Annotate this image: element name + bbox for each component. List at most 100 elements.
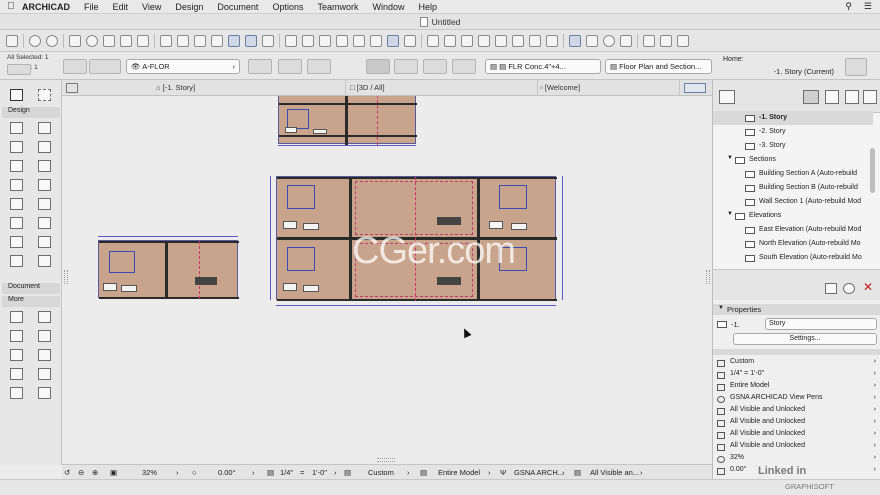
publish-icon[interactable] xyxy=(620,34,632,47)
keyboard-icon[interactable] xyxy=(660,34,672,47)
mesh-tool-icon[interactable] xyxy=(10,255,23,267)
curtain-wall-tool-icon[interactable] xyxy=(10,217,23,229)
layer-dropdown[interactable]: 👁 A-FLOR › xyxy=(126,59,240,74)
model-view[interactable]: Entire Model xyxy=(438,468,480,477)
slab-icon[interactable] xyxy=(319,34,331,47)
chevron-right-icon[interactable]: › xyxy=(252,468,255,477)
rotate-icon[interactable] xyxy=(461,34,473,47)
geometry-method-3-icon[interactable] xyxy=(307,59,331,74)
undo-zoom-icon[interactable]: ↺ xyxy=(64,468,70,477)
disclosure-triangle-icon[interactable]: ▼ xyxy=(727,155,733,161)
mirror-icon[interactable] xyxy=(177,34,189,47)
disclosure-triangle-icon[interactable]: ▼ xyxy=(727,211,733,217)
reference-line-icon[interactable] xyxy=(366,59,390,74)
morph-tool-icon[interactable] xyxy=(38,217,51,229)
pan-hand-icon[interactable] xyxy=(6,34,18,47)
zoom-in-icon[interactable]: ⊕ xyxy=(92,468,98,477)
roof-icon[interactable] xyxy=(336,34,348,47)
section-more[interactable]: More xyxy=(2,296,60,307)
find-select-icon[interactable] xyxy=(69,34,81,47)
prop-row-visibility[interactable]: All Visible and Unlocked › xyxy=(713,442,880,454)
chevron-right-icon[interactable]: › xyxy=(334,468,337,477)
chevron-right-icon[interactable]: › xyxy=(562,468,565,477)
nav-building-section-b[interactable]: Building Section B (Auto-rebuild xyxy=(713,181,873,195)
floor-plan-drawing-left[interactable] xyxy=(98,240,239,299)
suspend-groups-icon[interactable] xyxy=(387,34,399,47)
arrow-tool-icon[interactable] xyxy=(10,89,23,101)
grid-snap-icon[interactable] xyxy=(285,34,297,47)
slab-tool-icon[interactable] xyxy=(38,255,51,267)
menu-list-icon[interactable]: ☰ xyxy=(864,1,872,12)
properties-header[interactable]: Properties xyxy=(713,304,880,315)
geometry-method-2-icon[interactable] xyxy=(278,59,302,74)
prop-row-scale[interactable]: 1/4" = 1'-0" › xyxy=(713,370,880,382)
prop-row-model[interactable]: Entire Model › xyxy=(713,382,880,394)
zone-tool-icon[interactable] xyxy=(38,236,51,248)
menu-help[interactable]: Help xyxy=(419,2,438,12)
adjust-icon[interactable] xyxy=(512,34,524,47)
menu-window[interactable]: Window xyxy=(372,2,404,12)
chevron-right-icon[interactable]: › xyxy=(176,468,179,477)
nav-building-section-a[interactable]: Building Section A (Auto-rebuild xyxy=(713,167,873,181)
disclosure-triangle-icon[interactable]: ▼ xyxy=(718,305,724,311)
sun-tool-icon[interactable] xyxy=(38,368,51,380)
radial-dimension-tool-icon[interactable] xyxy=(38,349,51,361)
zoom-icon[interactable] xyxy=(86,34,98,47)
angle-value[interactable]: 0.00° xyxy=(218,468,236,477)
scissors-icon[interactable] xyxy=(427,34,439,47)
change-tool-icon[interactable] xyxy=(38,387,51,399)
structure-display[interactable]: Custom xyxy=(368,468,394,477)
chevron-right-icon[interactable]: › xyxy=(640,468,643,477)
nav-east-elevation[interactable]: East Elevation (Auto-rebuild Mod xyxy=(713,223,873,237)
drag-icon[interactable] xyxy=(444,34,456,47)
story-id[interactable]: -1. xyxy=(731,320,740,329)
layers-icon[interactable] xyxy=(194,34,206,47)
prop-row-visibility[interactable]: All Visible and Unlocked › xyxy=(713,418,880,430)
beam-tool-icon[interactable] xyxy=(10,141,23,153)
menu-edit[interactable]: Edit xyxy=(113,2,129,12)
close-icon[interactable]: ✕ xyxy=(863,280,873,294)
teamwork-icon[interactable] xyxy=(603,34,615,47)
syringe-icon[interactable] xyxy=(137,34,149,47)
window-layout-icon[interactable] xyxy=(546,34,558,47)
offset-icon[interactable] xyxy=(478,34,490,47)
bottom-collapse-handle[interactable] xyxy=(377,458,395,462)
floor-plan-drawing-top[interactable] xyxy=(278,96,417,145)
tab-3d[interactable]: □ [3D / All] xyxy=(348,80,538,96)
pen-icon[interactable] xyxy=(211,34,223,47)
nav-story-minus-1[interactable]: -1. Story xyxy=(713,111,873,125)
floor-plan-canvas[interactable]: CGer.com xyxy=(62,96,712,464)
scale-right[interactable]: 1'-0" xyxy=(312,468,327,477)
section-document[interactable]: Document xyxy=(2,283,60,294)
object-tool-icon[interactable] xyxy=(10,236,23,248)
menu-options[interactable]: Options xyxy=(272,2,303,12)
nav-wall-section-1[interactable]: Wall Section 1 (Auto-rebuild Mod xyxy=(713,195,873,209)
reference-bottom-icon[interactable] xyxy=(452,59,476,74)
intersect-icon[interactable] xyxy=(529,34,541,47)
navigator-scrollbar[interactable] xyxy=(870,148,875,193)
zoom-value[interactable]: 32% xyxy=(142,468,157,477)
prop-row-structure[interactable]: Custom › xyxy=(713,358,880,370)
home-story-icon[interactable] xyxy=(845,58,867,76)
nav-north-elevation[interactable]: North Elevation (Auto-rebuild Mo xyxy=(713,237,873,251)
camera-tool-icon[interactable] xyxy=(10,330,23,342)
favorites-icon[interactable] xyxy=(643,34,655,47)
section-design[interactable]: Design xyxy=(2,107,60,118)
tab-overview-icon[interactable] xyxy=(684,83,706,93)
snap-points-icon[interactable] xyxy=(245,34,257,47)
prop-row-pens[interactable]: GSNA ARCHICAD View Pens › xyxy=(713,394,880,406)
tab-grid-icon[interactable] xyxy=(66,83,78,93)
view-map-icon[interactable] xyxy=(825,90,839,104)
right-collapse-handle[interactable] xyxy=(706,270,710,284)
scale-left[interactable]: 1/4" xyxy=(280,468,293,477)
label-tool-icon[interactable] xyxy=(10,349,23,361)
selection-arrow-icon[interactable] xyxy=(7,64,31,75)
trace-icon[interactable] xyxy=(262,34,274,47)
navigator-popup-icon[interactable] xyxy=(719,90,735,104)
split-icon[interactable] xyxy=(495,34,507,47)
prop-row-visibility[interactable]: All Visible and Unlocked › xyxy=(713,430,880,442)
visibility-setting[interactable]: All Visible an... xyxy=(590,468,639,477)
menu-view[interactable]: View xyxy=(142,2,161,12)
left-collapse-handle[interactable] xyxy=(64,270,68,284)
stair-tool-icon[interactable] xyxy=(38,160,51,172)
